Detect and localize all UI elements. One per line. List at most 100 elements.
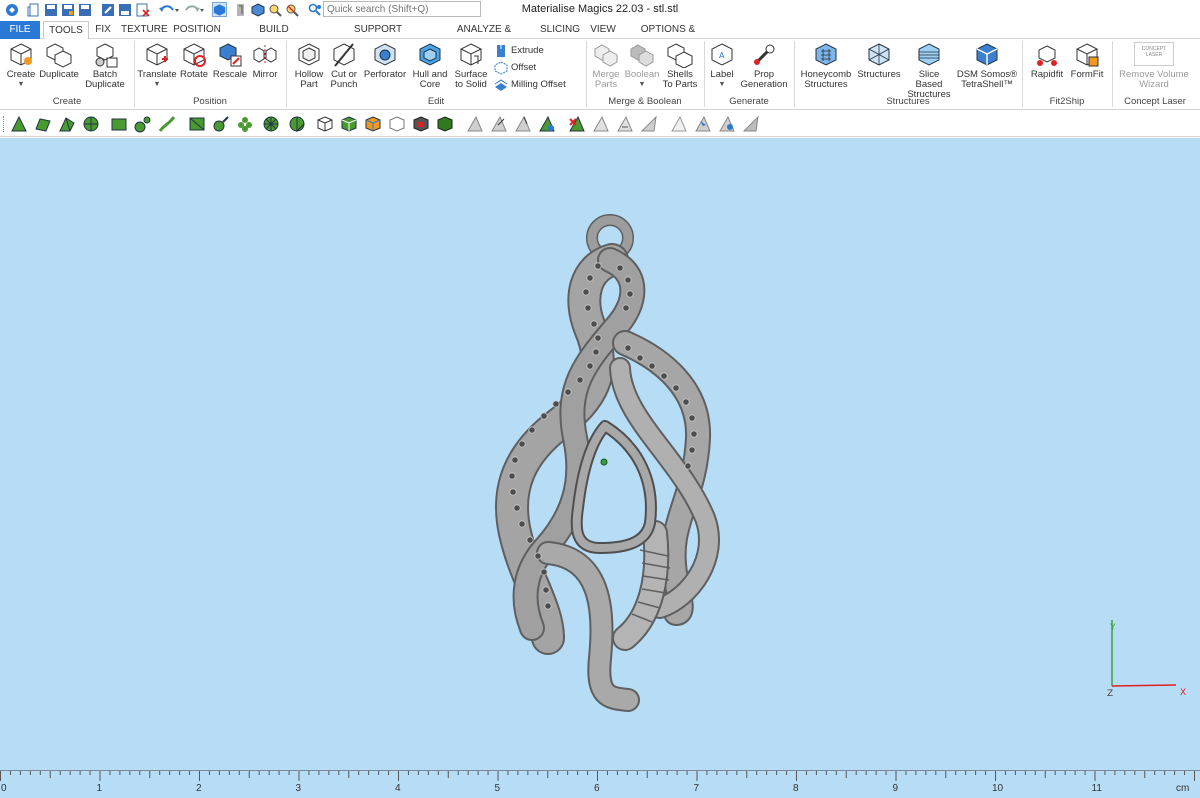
ruler-unit: cm xyxy=(1176,783,1190,794)
triangle-flip-icon[interactable] xyxy=(616,115,634,133)
boolean-button[interactable]: Boolean ▼ xyxy=(624,42,660,88)
tab-slicing[interactable]: SLICING xyxy=(539,21,581,39)
tab-support-generation[interactable]: SUPPORT GENERATION xyxy=(328,21,428,53)
tab-options-help[interactable]: OPTIONS & HELP xyxy=(628,21,708,53)
milling-offset-button[interactable]: Milling Offset xyxy=(494,77,566,92)
duplicate-button[interactable]: Duplicate xyxy=(38,42,80,80)
extrude-label: Extrude xyxy=(511,45,544,56)
group-label-edit: Edit xyxy=(427,96,445,107)
chevron-down-icon: ▼ xyxy=(17,81,25,88)
window-title: Materialise Magics 22.03 - stl.stl xyxy=(521,3,679,15)
suction-cup xyxy=(564,388,572,396)
chevron-down-icon: ▼ xyxy=(718,81,726,88)
tab-fix[interactable]: FIX xyxy=(92,21,114,39)
suction-cup xyxy=(648,362,656,370)
dsm-label-2: TetraShell™ xyxy=(961,79,1013,90)
triangle-gray-icon[interactable] xyxy=(466,115,484,133)
box-dark-green-icon[interactable] xyxy=(436,115,454,133)
mark-window-icon[interactable] xyxy=(110,115,128,133)
triangle-dot-icon[interactable] xyxy=(718,115,736,133)
tab-view[interactable]: VIEW xyxy=(589,21,617,39)
triangle-marked-icon[interactable] xyxy=(514,115,532,133)
toolbar-grip xyxy=(3,116,5,132)
create-button[interactable]: Create ▼ xyxy=(4,42,38,88)
honeycomb-structures-button[interactable]: Honeycomb Structures xyxy=(798,42,854,90)
ruler-label: 9 xyxy=(892,783,899,794)
rotate-button[interactable]: Rotate xyxy=(178,42,210,80)
ruler-label: 7 xyxy=(693,783,700,794)
box-front-icon[interactable] xyxy=(316,115,334,133)
extrude-button[interactable]: Extrude xyxy=(494,43,544,58)
boolean-label: Boolean xyxy=(624,69,660,80)
triangle-slant-icon[interactable] xyxy=(640,115,658,133)
offset-label: Offset xyxy=(511,62,537,73)
formfit-label: FormFit xyxy=(1070,69,1104,80)
box-orange-icon[interactable] xyxy=(364,115,382,133)
perforator-icon xyxy=(374,43,396,66)
translate-button[interactable]: Translate ▼ xyxy=(137,42,177,88)
label-button[interactable]: A Label ▼ xyxy=(706,42,738,88)
batch-duplicate-button[interactable]: Batch Duplicate xyxy=(82,42,128,90)
hull-and-core-button[interactable]: Hull and Core xyxy=(410,42,450,90)
tab-position[interactable]: POSITION xyxy=(173,21,221,39)
hollow-part-button[interactable]: Hollow Part xyxy=(290,42,328,90)
triangle-delete-icon[interactable] xyxy=(568,115,586,133)
triangle-shade-icon[interactable] xyxy=(742,115,760,133)
label-icon: A xyxy=(711,43,733,66)
offset-button[interactable]: Offset xyxy=(494,60,536,75)
tab-build-preparation[interactable]: BUILD PREPARATION xyxy=(230,21,318,53)
triangle-light-icon[interactable] xyxy=(670,115,688,133)
mark-flower-icon[interactable] xyxy=(236,115,254,133)
mark-contour-icon[interactable] xyxy=(212,115,230,133)
perforator-button[interactable]: Perforator xyxy=(362,42,408,80)
cut-punch-label-2: Punch xyxy=(330,79,358,90)
merge-parts-button[interactable]: Merge Parts xyxy=(589,42,623,90)
box-green-icon[interactable] xyxy=(340,115,358,133)
mark-radial-icon[interactable] xyxy=(262,115,280,133)
slice-based-structures-button[interactable]: Slice Based Structures xyxy=(904,42,954,100)
tab-tools[interactable]: TOOLS xyxy=(43,21,89,40)
pendant-model[interactable]: Y Z X xyxy=(0,138,1200,770)
suction-cup xyxy=(622,304,630,312)
mark-path-icon[interactable] xyxy=(158,115,176,133)
3d-viewport[interactable]: Y Z X xyxy=(0,138,1200,770)
slice-structures-icon xyxy=(918,43,940,66)
tab-texture[interactable]: TEXTURE xyxy=(121,21,168,39)
batch-duplicate-label-2: Duplicate xyxy=(85,79,125,90)
mark-plane-icon[interactable] xyxy=(34,115,52,133)
rapidfit-label: Rapidfit xyxy=(1030,69,1064,80)
suction-cup xyxy=(660,372,668,380)
shells-to-parts-button[interactable]: Shells To Parts xyxy=(661,42,699,90)
triangle-blue-icon[interactable] xyxy=(538,115,556,133)
tab-file[interactable]: FILE xyxy=(0,21,40,39)
tetrashell-icon xyxy=(976,43,998,66)
formfit-button[interactable]: FormFit xyxy=(1068,42,1106,80)
ruler-label: 3 xyxy=(295,783,302,794)
suction-cup xyxy=(518,440,526,448)
structures-button[interactable]: Structures xyxy=(856,42,902,80)
remove-volume-wizard-button[interactable]: CONCEPT LASER Remove Volume Wizard xyxy=(1114,42,1194,90)
mirror-button[interactable]: Mirror xyxy=(249,42,281,80)
suction-cup xyxy=(586,362,594,370)
boolean-icon xyxy=(630,44,654,67)
offset-icon xyxy=(494,60,508,75)
prop-generation-button[interactable]: Prop Generation xyxy=(739,42,789,90)
box-red-icon[interactable] xyxy=(412,115,430,133)
mark-surface-icon[interactable] xyxy=(58,115,76,133)
mark-half-icon[interactable] xyxy=(288,115,306,133)
triangle-arrow-icon[interactable] xyxy=(490,115,508,133)
box-outline-icon[interactable] xyxy=(388,115,406,133)
rescale-button[interactable]: Rescale xyxy=(212,42,248,80)
dsm-somos-tetrashell-button[interactable]: DSM Somos® TetraShell™ xyxy=(956,42,1018,90)
cut-or-punch-button[interactable]: Cut or Punch xyxy=(328,42,360,90)
mark-shell-icon[interactable] xyxy=(82,115,100,133)
surface-to-solid-button[interactable]: Surface to Solid xyxy=(451,42,491,90)
rapidfit-button[interactable]: Rapidfit xyxy=(1028,42,1066,80)
mark-brush-icon[interactable] xyxy=(134,115,152,133)
triangle-cursor-icon[interactable] xyxy=(694,115,712,133)
unmark-icon[interactable] xyxy=(188,115,206,133)
milling-offset-label: Milling Offset xyxy=(511,79,566,90)
triangle-outline-icon[interactable] xyxy=(592,115,610,133)
tab-analyze-report[interactable]: ANALYZE & REPORT xyxy=(440,21,528,53)
mark-triangle-icon[interactable] xyxy=(10,115,28,133)
